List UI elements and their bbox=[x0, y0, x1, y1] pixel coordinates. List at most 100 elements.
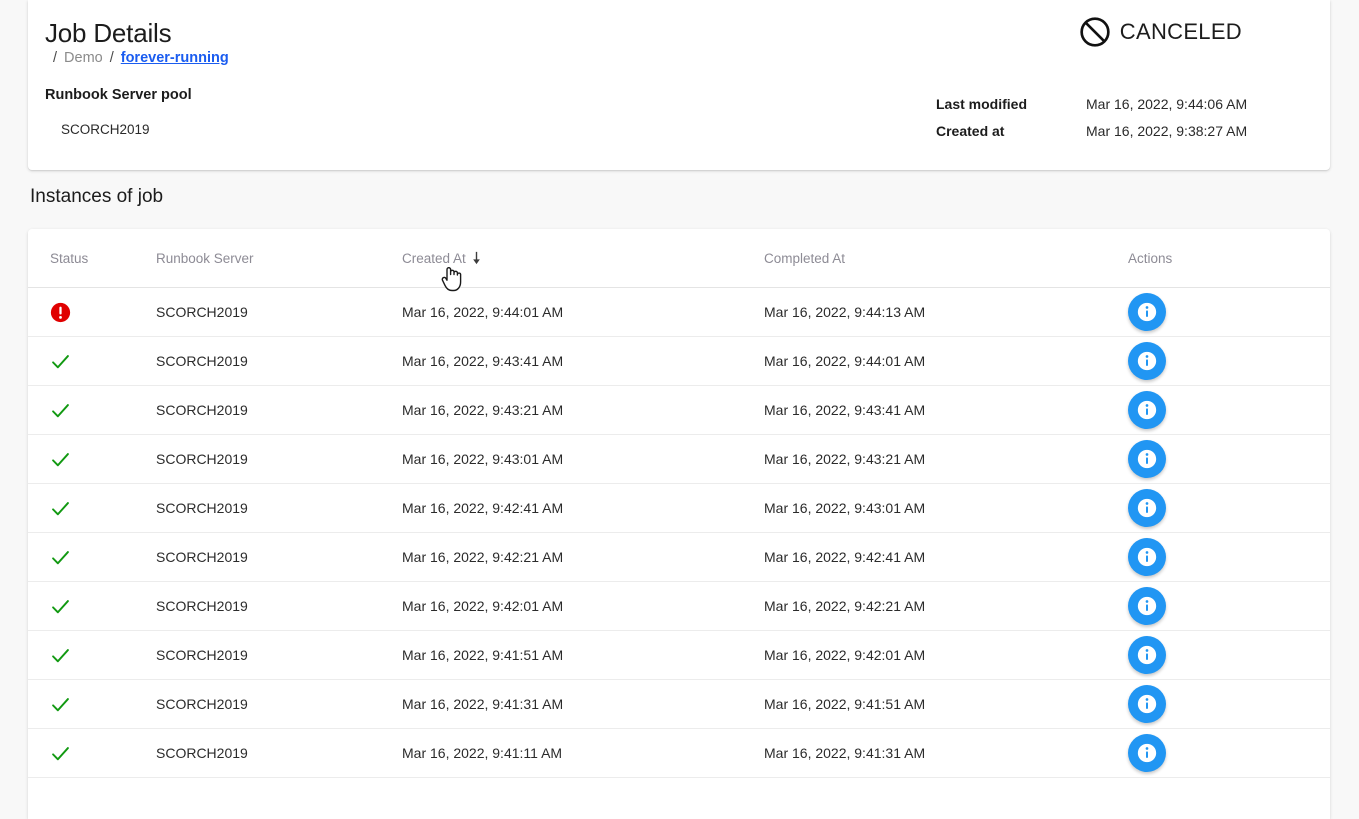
cell-runbook-server: SCORCH2019 bbox=[156, 680, 402, 729]
info-icon bbox=[1137, 400, 1157, 420]
cell-status bbox=[28, 337, 156, 386]
cell-completed-at: Mar 16, 2022, 9:41:31 AM bbox=[764, 729, 1128, 778]
job-metadata: Last modified Mar 16, 2022, 9:44:06 AM C… bbox=[936, 90, 1247, 144]
runbook-server-pool-value: SCORCH2019 bbox=[61, 122, 150, 137]
cell-status bbox=[28, 288, 156, 337]
table-row[interactable]: SCORCH2019Mar 16, 2022, 9:43:21 AMMar 16… bbox=[28, 386, 1330, 435]
check-icon bbox=[50, 645, 71, 666]
cell-status bbox=[28, 386, 156, 435]
cell-completed-at: Mar 16, 2022, 9:44:13 AM bbox=[764, 288, 1128, 337]
row-info-button[interactable] bbox=[1128, 489, 1166, 527]
job-detail-card: Job Details / Demo / forever-running Run… bbox=[28, 0, 1330, 170]
table-header-row: Status Runbook Server Created At bbox=[28, 229, 1330, 288]
row-info-button[interactable] bbox=[1128, 538, 1166, 576]
instances-table: Status Runbook Server Created At bbox=[28, 229, 1330, 778]
table-row[interactable]: SCORCH2019Mar 16, 2022, 9:42:21 AMMar 16… bbox=[28, 533, 1330, 582]
cell-runbook-server: SCORCH2019 bbox=[156, 386, 402, 435]
row-info-button[interactable] bbox=[1128, 391, 1166, 429]
info-icon bbox=[1137, 694, 1157, 714]
check-icon bbox=[50, 351, 71, 372]
column-header-created-at[interactable]: Created At bbox=[402, 229, 764, 288]
check-icon bbox=[50, 400, 71, 421]
cell-created-at: Mar 16, 2022, 9:42:21 AM bbox=[402, 533, 764, 582]
cell-status bbox=[28, 435, 156, 484]
breadcrumb-separator-1: / bbox=[53, 50, 57, 66]
column-header-actions: Actions bbox=[1128, 229, 1330, 288]
page-title: Job Details bbox=[45, 18, 171, 49]
row-info-button[interactable] bbox=[1128, 293, 1166, 331]
block-icon bbox=[1079, 16, 1111, 48]
info-icon bbox=[1137, 547, 1157, 567]
column-header-status[interactable]: Status bbox=[28, 229, 156, 288]
cell-completed-at: Mar 16, 2022, 9:44:01 AM bbox=[764, 337, 1128, 386]
cell-completed-at: Mar 16, 2022, 9:43:41 AM bbox=[764, 386, 1128, 435]
check-icon bbox=[50, 596, 71, 617]
row-info-button[interactable] bbox=[1128, 636, 1166, 674]
column-header-completed-at[interactable]: Completed At bbox=[764, 229, 1128, 288]
cell-status bbox=[28, 533, 156, 582]
cell-actions bbox=[1128, 386, 1330, 435]
cell-created-at: Mar 16, 2022, 9:41:31 AM bbox=[402, 680, 764, 729]
instances-table-card: Status Runbook Server Created At bbox=[28, 229, 1330, 819]
created-at-label: Created at bbox=[936, 123, 1086, 139]
cell-created-at: Mar 16, 2022, 9:42:01 AM bbox=[402, 582, 764, 631]
cell-runbook-server: SCORCH2019 bbox=[156, 631, 402, 680]
cell-actions bbox=[1128, 680, 1330, 729]
column-header-status-label: Status bbox=[50, 251, 88, 266]
column-header-actions-label: Actions bbox=[1128, 251, 1172, 266]
table-row[interactable]: SCORCH2019Mar 16, 2022, 9:42:41 AMMar 16… bbox=[28, 484, 1330, 533]
info-icon bbox=[1137, 743, 1157, 763]
row-info-button[interactable] bbox=[1128, 587, 1166, 625]
cell-actions bbox=[1128, 729, 1330, 778]
table-row[interactable]: SCORCH2019Mar 16, 2022, 9:41:51 AMMar 16… bbox=[28, 631, 1330, 680]
table-row[interactable]: SCORCH2019Mar 16, 2022, 9:44:01 AMMar 16… bbox=[28, 288, 1330, 337]
cell-runbook-server: SCORCH2019 bbox=[156, 533, 402, 582]
info-icon bbox=[1137, 498, 1157, 518]
cell-runbook-server: SCORCH2019 bbox=[156, 582, 402, 631]
check-icon bbox=[50, 449, 71, 470]
row-info-button[interactable] bbox=[1128, 685, 1166, 723]
row-info-button[interactable] bbox=[1128, 734, 1166, 772]
cell-status bbox=[28, 729, 156, 778]
row-info-button[interactable] bbox=[1128, 440, 1166, 478]
table-row[interactable]: SCORCH2019Mar 16, 2022, 9:43:41 AMMar 16… bbox=[28, 337, 1330, 386]
metadata-row: Created at Mar 16, 2022, 9:38:27 AM bbox=[936, 117, 1247, 144]
cell-created-at: Mar 16, 2022, 9:41:11 AM bbox=[402, 729, 764, 778]
last-modified-label: Last modified bbox=[936, 96, 1086, 112]
column-header-created-at-label: Created At bbox=[402, 251, 466, 266]
info-icon bbox=[1137, 302, 1157, 322]
info-icon bbox=[1137, 449, 1157, 469]
status-badge: CANCELED bbox=[1079, 16, 1242, 48]
cell-completed-at: Mar 16, 2022, 9:43:21 AM bbox=[764, 435, 1128, 484]
cell-actions bbox=[1128, 435, 1330, 484]
cell-actions bbox=[1128, 484, 1330, 533]
cell-status bbox=[28, 484, 156, 533]
column-header-completed-at-label: Completed At bbox=[764, 251, 845, 266]
cell-created-at: Mar 16, 2022, 9:43:01 AM bbox=[402, 435, 764, 484]
column-header-runbook-server[interactable]: Runbook Server bbox=[156, 229, 402, 288]
cell-completed-at: Mar 16, 2022, 9:42:21 AM bbox=[764, 582, 1128, 631]
breadcrumb-item-demo[interactable]: Demo bbox=[64, 50, 103, 66]
cell-runbook-server: SCORCH2019 bbox=[156, 484, 402, 533]
check-icon bbox=[50, 498, 71, 519]
cell-created-at: Mar 16, 2022, 9:43:21 AM bbox=[402, 386, 764, 435]
cell-actions bbox=[1128, 288, 1330, 337]
cell-runbook-server: SCORCH2019 bbox=[156, 729, 402, 778]
breadcrumb-separator-2: / bbox=[110, 50, 114, 66]
check-icon bbox=[50, 694, 71, 715]
cell-completed-at: Mar 16, 2022, 9:41:51 AM bbox=[764, 680, 1128, 729]
cell-created-at: Mar 16, 2022, 9:44:01 AM bbox=[402, 288, 764, 337]
cell-completed-at: Mar 16, 2022, 9:42:41 AM bbox=[764, 533, 1128, 582]
cell-status bbox=[28, 680, 156, 729]
info-icon bbox=[1137, 596, 1157, 616]
cell-actions bbox=[1128, 533, 1330, 582]
table-row[interactable]: SCORCH2019Mar 16, 2022, 9:42:01 AMMar 16… bbox=[28, 582, 1330, 631]
created-at-value: Mar 16, 2022, 9:38:27 AM bbox=[1086, 123, 1247, 139]
cell-actions bbox=[1128, 582, 1330, 631]
cell-created-at: Mar 16, 2022, 9:41:51 AM bbox=[402, 631, 764, 680]
table-row[interactable]: SCORCH2019Mar 16, 2022, 9:43:01 AMMar 16… bbox=[28, 435, 1330, 484]
row-info-button[interactable] bbox=[1128, 342, 1166, 380]
table-row[interactable]: SCORCH2019Mar 16, 2022, 9:41:11 AMMar 16… bbox=[28, 729, 1330, 778]
breadcrumb-item-forever-running[interactable]: forever-running bbox=[121, 50, 229, 66]
table-row[interactable]: SCORCH2019Mar 16, 2022, 9:41:31 AMMar 16… bbox=[28, 680, 1330, 729]
